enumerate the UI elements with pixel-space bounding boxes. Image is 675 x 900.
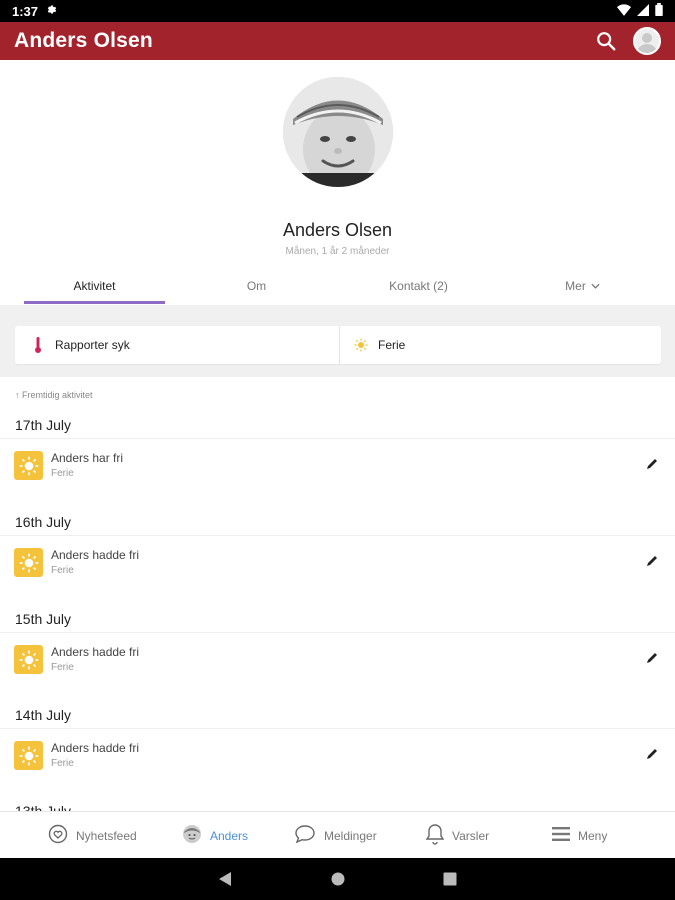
future-activity-link[interactable]: ↑ Fremtidig aktivitet	[15, 390, 93, 400]
profile-subtitle: Månen, 1 år 2 måneder	[285, 246, 390, 257]
nav-label: Nyhetsfeed	[76, 828, 137, 843]
date-header: 15th July	[15, 611, 72, 627]
child-avatar-icon	[182, 824, 202, 847]
nav-meny[interactable]: Meny	[552, 812, 607, 859]
nav-label: Meldinger	[324, 828, 377, 843]
chat-bubble-icon	[294, 824, 316, 847]
tab-aktivitet[interactable]: Aktivitet	[24, 268, 165, 304]
nav-label: Anders	[210, 828, 249, 843]
tab-mer[interactable]: Mer	[512, 268, 653, 304]
nav-anders[interactable]: Anders	[182, 812, 248, 859]
list-item[interactable]: Anders har fri Ferie	[0, 438, 675, 490]
heart-circle-icon	[48, 824, 68, 847]
signal-icon	[637, 3, 649, 19]
item-subtitle: Ferie	[51, 662, 74, 673]
list-item[interactable]: Anders hadde fri Ferie	[0, 632, 675, 684]
recents-icon[interactable]	[441, 870, 459, 888]
nav-nyhetsfeed[interactable]: Nyhetsfeed	[48, 812, 137, 859]
activity-feed: ↑ Fremtidig aktivitet 17th July Anders h…	[0, 377, 675, 811]
quick-actions-card: Rapporter syk Ferie	[15, 326, 661, 364]
pencil-icon[interactable]	[643, 745, 661, 763]
profile-photo	[283, 77, 393, 187]
chevron-down-icon	[591, 281, 600, 292]
sun-icon	[14, 451, 43, 480]
quick-actions-area: Rapporter syk Ferie	[0, 305, 675, 377]
item-subtitle: Ferie	[51, 565, 74, 576]
nav-label: Varsler	[452, 828, 490, 843]
app-title: Anders Olsen	[14, 29, 153, 52]
pencil-icon[interactable]	[643, 455, 661, 473]
sun-icon	[14, 548, 43, 577]
profile-name: Anders Olsen	[282, 220, 393, 240]
item-subtitle: Ferie	[51, 758, 74, 769]
tab-om[interactable]: Om	[186, 268, 327, 304]
holiday-button[interactable]: Ferie	[339, 326, 661, 364]
item-title: Anders hadde fri	[51, 645, 140, 659]
hamburger-menu-icon	[552, 827, 570, 844]
tab-kontakt[interactable]: Kontakt (2)	[348, 268, 489, 304]
nav-varsler[interactable]: Varsler	[425, 812, 490, 859]
status-bar: 1:37	[0, 0, 675, 22]
pencil-icon[interactable]	[643, 649, 661, 667]
list-item[interactable]: Anders hadde fri Ferie	[0, 728, 675, 780]
search-icon[interactable]	[591, 26, 621, 56]
bottom-nav: Nyhetsfeed Anders Meldinger Varsler Meny	[0, 811, 675, 858]
tab-label: Mer	[565, 279, 586, 293]
status-time: 1:37	[12, 3, 39, 19]
tab-label: Om	[246, 279, 267, 293]
holiday-label: Ferie	[378, 338, 406, 352]
list-item[interactable]: Anders hadde fri Ferie	[0, 535, 675, 587]
date-header: 16th July	[15, 514, 72, 530]
item-subtitle: Ferie	[51, 468, 74, 479]
profile-tabs: Aktivitet Om Kontakt (2) Mer	[0, 268, 675, 304]
item-title: Anders har fri	[51, 451, 124, 465]
gear-icon	[46, 4, 58, 19]
nav-label: Meny	[578, 828, 608, 843]
app-bar: Anders Olsen	[0, 22, 675, 60]
bell-icon	[425, 823, 445, 848]
sun-icon	[354, 338, 368, 352]
sun-icon	[14, 645, 43, 674]
item-title: Anders hadde fri	[51, 741, 140, 755]
wifi-icon	[617, 3, 631, 19]
report-sick-button[interactable]: Rapporter syk	[15, 326, 339, 364]
battery-icon	[655, 3, 663, 19]
date-header: 17th July	[15, 417, 72, 433]
nav-meldinger[interactable]: Meldinger	[294, 812, 377, 859]
system-nav-bar	[0, 858, 675, 900]
tab-label: Kontakt (2)	[389, 279, 448, 293]
thermometer-icon	[31, 337, 45, 353]
pencil-icon[interactable]	[643, 552, 661, 570]
tab-label: Aktivitet	[73, 279, 116, 293]
home-icon[interactable]	[329, 870, 347, 888]
item-title: Anders hadde fri	[51, 548, 140, 562]
avatar[interactable]	[633, 27, 661, 55]
report-sick-label: Rapporter syk	[55, 338, 130, 352]
sun-icon	[14, 741, 43, 770]
back-icon[interactable]	[216, 870, 234, 888]
date-header: 13th July	[15, 803, 72, 811]
date-header: 14th July	[15, 707, 72, 723]
